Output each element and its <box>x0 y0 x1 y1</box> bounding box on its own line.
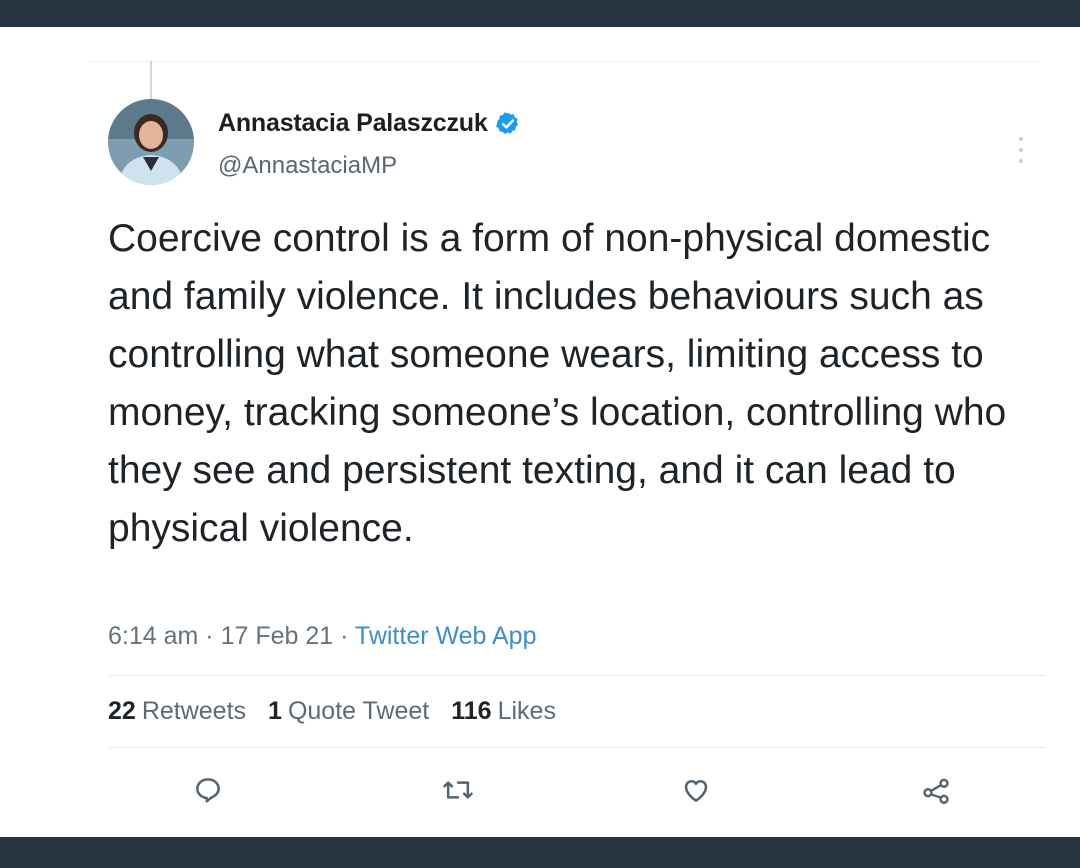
tweet-date[interactable]: 17 Feb 21 <box>221 622 334 650</box>
divider <box>90 61 1040 62</box>
share-icon <box>923 778 949 804</box>
heart-icon <box>684 780 708 802</box>
retweet-button[interactable] <box>440 772 476 808</box>
likes-count[interactable]: 116 <box>451 697 491 726</box>
author-name[interactable]: Annastacia Palaszczuk <box>218 109 488 138</box>
reply-button[interactable] <box>190 772 226 808</box>
divider <box>108 747 1045 748</box>
retweets-label[interactable]: Retweets <box>142 697 246 726</box>
quotes-count[interactable]: 1 <box>268 697 282 726</box>
like-button[interactable] <box>678 772 714 808</box>
quotes-label[interactable]: Quote Tweet <box>288 697 429 726</box>
more-options-icon[interactable] <box>1018 137 1024 163</box>
avatar-photo <box>108 99 194 185</box>
author-row[interactable]: Annastacia Palaszczuk <box>218 109 521 138</box>
verified-badge-icon <box>495 111 518 134</box>
tweet-card: Annastacia Palaszczuk @AnnastaciaMP Coer… <box>0 27 1080 837</box>
tweet-time[interactable]: 6:14 am <box>108 622 198 650</box>
author-handle[interactable]: @AnnastaciaMP <box>218 152 397 180</box>
likes-label[interactable]: Likes <box>498 697 556 726</box>
tweet-source-link[interactable]: Twitter Web App <box>355 622 537 650</box>
tweet-text: Coercive control is a form of non-physic… <box>108 217 1007 550</box>
meta-separator: · <box>333 622 355 650</box>
bottom-frame-bar <box>0 837 1080 868</box>
share-button[interactable] <box>918 772 954 808</box>
engagement-stats: 22 Retweets 1 Quote Tweet 116 Likes <box>108 697 578 726</box>
retweet-icon <box>443 781 473 799</box>
meta-separator: · <box>198 622 221 650</box>
avatar[interactable] <box>108 99 194 185</box>
retweets-count[interactable]: 22 <box>108 697 136 726</box>
divider <box>108 675 1045 676</box>
tweet-meta: 6:14 am · 17 Feb 21 · Twitter Web App <box>108 622 537 651</box>
reply-icon <box>196 778 220 803</box>
